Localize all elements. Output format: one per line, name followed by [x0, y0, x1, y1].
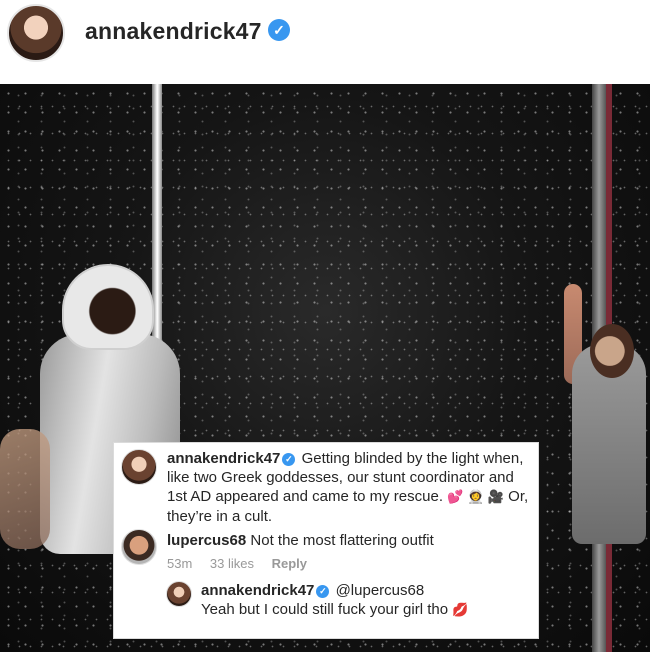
kiss-emoji: 💋 [452, 603, 469, 618]
comment-time: 53m [167, 556, 193, 571]
comments-panel: annakendrick47 ✓ Getting blinded by the l… [113, 442, 539, 639]
crew-member-figure [558, 284, 650, 652]
reply-text: Yeah but I could still fuck your girl th… [201, 601, 449, 618]
reply-username[interactable]: annakendrick47 [201, 582, 314, 599]
comment-caption: annakendrick47 ✓ Getting blinded by the l… [167, 449, 535, 526]
comment-item: lupercus68 Not the most flattering outfi… [167, 531, 535, 550]
verified-badge-icon: ✓ [282, 453, 296, 466]
reply-button[interactable]: Reply [272, 556, 307, 571]
emoji-group: 💕 👩‍🚀 🎥 [447, 490, 504, 505]
post-header: annakendrick47 ✓ [0, 0, 650, 82]
comment-avatar[interactable] [121, 449, 157, 485]
helmet [62, 264, 154, 350]
profile-avatar[interactable] [7, 4, 65, 62]
reply-avatar[interactable] [166, 581, 192, 607]
comment-likes[interactable]: 33 likes [210, 556, 254, 571]
comment-text: Not the most flattering outfit [250, 532, 434, 549]
comment-meta: 53m 33 likes Reply [167, 556, 321, 571]
comment-username[interactable]: annakendrick47 [167, 450, 280, 467]
reply-mention[interactable]: @lupercus68 [336, 582, 425, 599]
verified-badge-icon: ✓ [268, 19, 290, 41]
crew-arm [0, 429, 50, 549]
comment-username[interactable]: lupercus68 [167, 532, 246, 549]
reply-item: annakendrick47 ✓ @lupercus68 Yeah but I c… [201, 581, 531, 620]
comment-avatar[interactable] [121, 529, 157, 565]
verified-badge-icon: ✓ [316, 585, 330, 598]
header-username[interactable]: annakendrick47 [85, 18, 262, 45]
crew-head [590, 324, 634, 378]
